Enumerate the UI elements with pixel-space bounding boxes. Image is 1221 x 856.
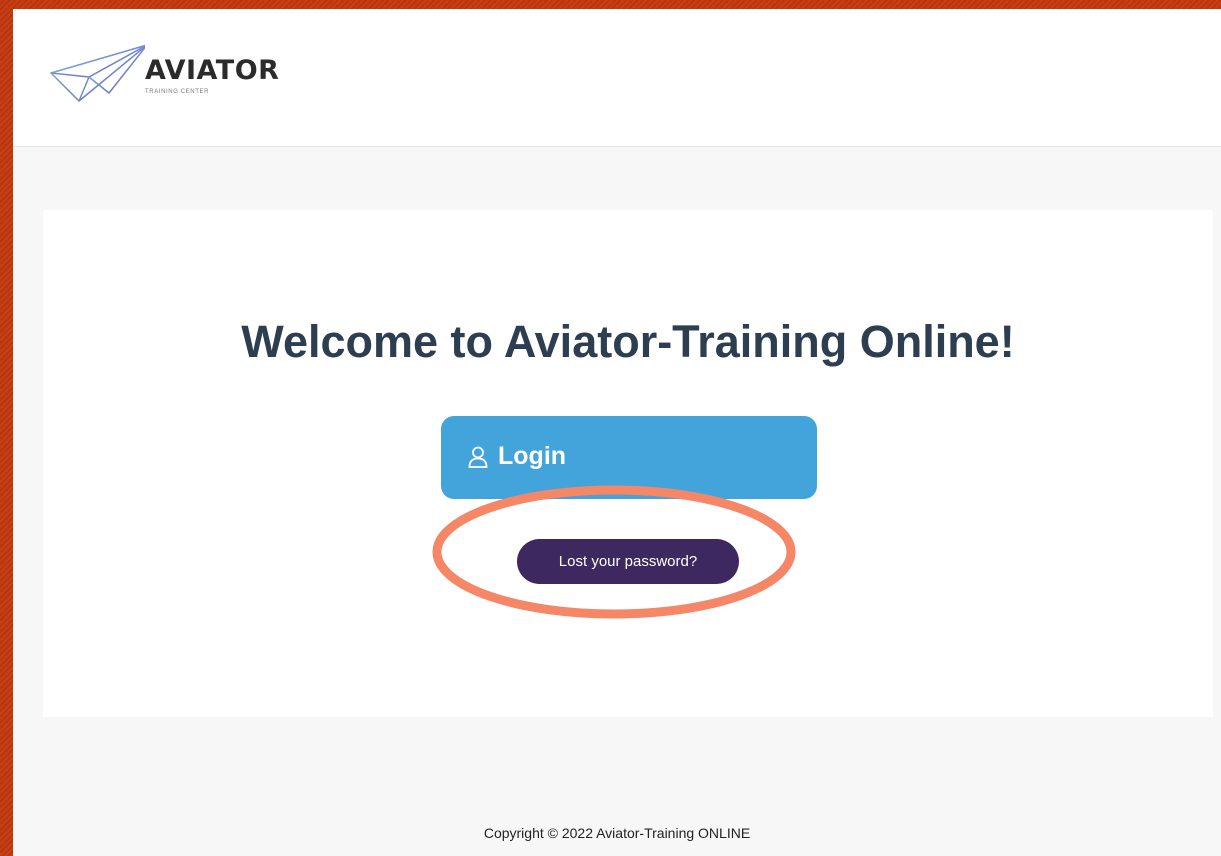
browser-page: AVIATOR TRAINING CENTER Welcome to Aviat… xyxy=(13,9,1221,856)
lost-password-button[interactable]: Lost your password? xyxy=(517,539,739,584)
login-button[interactable]: Login xyxy=(441,416,817,499)
copyright-footer: Copyright © 2022 Aviator-Training ONLINE xyxy=(483,825,751,841)
welcome-card: Welcome to Aviator-Training Online! Logi… xyxy=(43,210,1213,717)
page-title: Welcome to Aviator-Training Online! xyxy=(241,316,1015,367)
site-header: AVIATOR TRAINING CENTER xyxy=(13,9,1221,147)
user-icon xyxy=(468,446,488,468)
aviator-logo[interactable]: AVIATOR TRAINING CENTER xyxy=(49,43,289,105)
logo-tagline: TRAINING CENTER xyxy=(145,89,210,95)
paper-plane-icon xyxy=(50,44,145,102)
login-label: Login xyxy=(498,442,567,470)
logo-wordmark: AVIATOR xyxy=(145,55,280,86)
